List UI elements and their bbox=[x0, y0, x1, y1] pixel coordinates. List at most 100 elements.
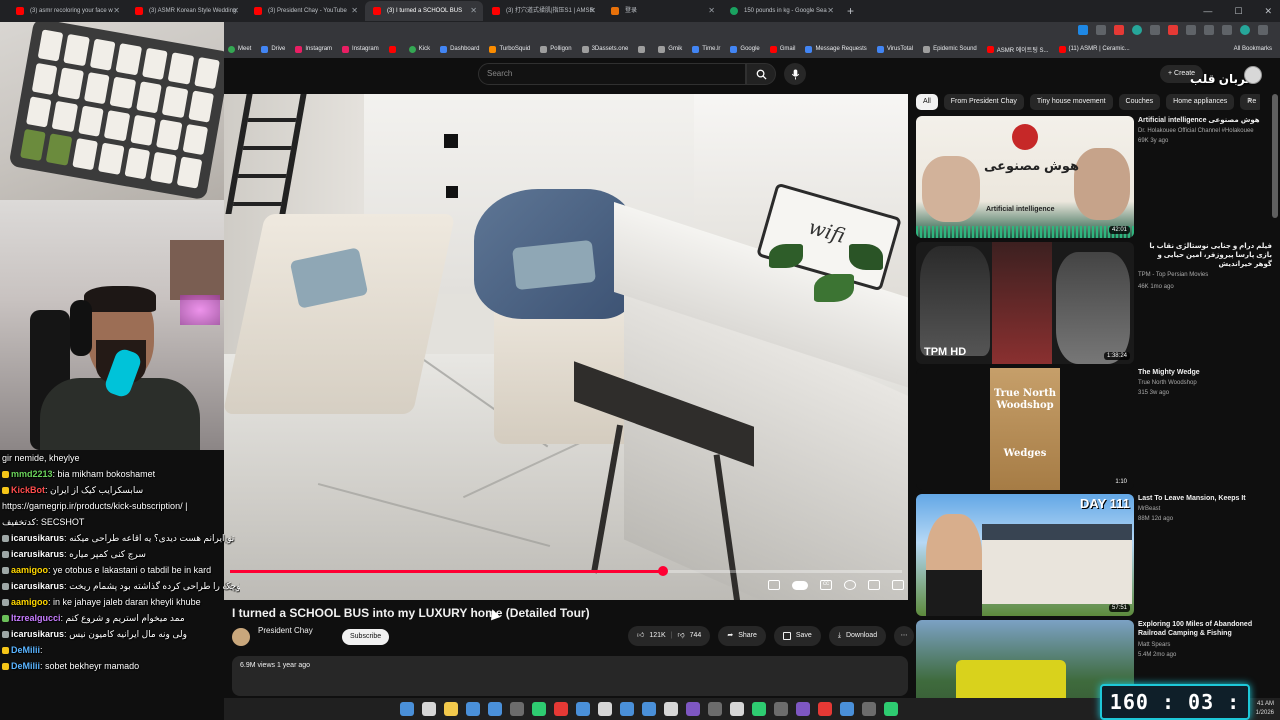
bookmark-item[interactable] bbox=[638, 45, 648, 53]
recommendation-thumbnail[interactable]: True North Woodshop Wedges 1:10 bbox=[916, 368, 1134, 490]
video-player[interactable]: wifi cc bbox=[224, 94, 908, 600]
minimize-icon[interactable]: — bbox=[1203, 6, 1212, 16]
recommendation-item[interactable]: TPM HD 1:38:24 فیلم درام و جنایی نوستالژ… bbox=[916, 242, 1276, 364]
recommendation-channel[interactable]: MrBeast bbox=[1138, 506, 1160, 512]
autoplay-toggle[interactable] bbox=[792, 580, 808, 590]
bookmark-item[interactable]: Message Requests bbox=[805, 45, 867, 53]
recommendation-title[interactable]: The Mighty Wedge bbox=[1138, 368, 1272, 377]
download-button[interactable]: ⤓ Download bbox=[828, 626, 887, 646]
bookmark-item[interactable]: Dashboard bbox=[440, 45, 479, 53]
chat-username[interactable]: Itzrealgucci bbox=[11, 613, 61, 623]
chat-username[interactable]: icarusikarus bbox=[11, 549, 64, 559]
bookmark-item[interactable]: (11) ASMR | Ceramic... bbox=[1058, 45, 1130, 53]
app-icon[interactable] bbox=[752, 702, 766, 716]
bookmark-item[interactable]: 3Dassets.one bbox=[581, 45, 628, 53]
thumbs-down-icon[interactable]: 👎︎ bbox=[678, 626, 685, 646]
tab-close-icon[interactable]: ✕ bbox=[470, 1, 477, 21]
steam-icon[interactable] bbox=[620, 702, 634, 716]
start-icon[interactable] bbox=[400, 702, 414, 716]
chevron-right-icon[interactable]: › bbox=[1248, 94, 1251, 104]
recommendation-channel[interactable]: True North Woodshop bbox=[1138, 380, 1197, 386]
app-icon[interactable] bbox=[708, 702, 722, 716]
tab-close-icon[interactable]: ✕ bbox=[351, 1, 358, 21]
browser-tab[interactable]: 150 pounds in kg - Google Sea ✕ bbox=[722, 1, 840, 21]
recommendation-channel[interactable]: Matt Spears bbox=[1138, 642, 1170, 648]
system-clock[interactable]: 41 AM 1/2026 bbox=[1256, 700, 1274, 718]
chat-username[interactable]: KickBot bbox=[11, 485, 45, 495]
subscribe-button[interactable]: Subscribe bbox=[342, 629, 390, 645]
share-button[interactable]: ➦ Share bbox=[718, 626, 766, 646]
chat-username[interactable]: aamigoo bbox=[11, 597, 48, 607]
task-view-icon[interactable] bbox=[422, 702, 436, 716]
app-icon[interactable] bbox=[840, 702, 854, 716]
extension-icon[interactable] bbox=[1222, 25, 1232, 35]
recommendation-thumbnail[interactable]: DAY 111 57:51 bbox=[916, 494, 1134, 616]
extension-icon[interactable] bbox=[1114, 25, 1124, 35]
bookmark-item[interactable]: Epidemic Sound bbox=[923, 45, 977, 53]
app-icon[interactable] bbox=[818, 702, 832, 716]
search-button[interactable] bbox=[746, 63, 776, 85]
chat-username[interactable]: icarusikarus bbox=[11, 533, 64, 543]
extension-icon[interactable] bbox=[1150, 25, 1160, 35]
bookmark-item[interactable]: Gmail bbox=[769, 45, 795, 53]
miniplayer-icon[interactable] bbox=[768, 580, 780, 590]
chat-username[interactable]: mmd2213 bbox=[11, 469, 53, 479]
close-icon[interactable]: ✕ bbox=[1264, 6, 1272, 17]
browser-tab[interactable]: (3) asmr recoloring your face w ✕ bbox=[8, 1, 126, 21]
filter-chip[interactable]: Tiny house movement bbox=[1029, 94, 1113, 110]
tab-close-icon[interactable]: ✕ bbox=[113, 1, 120, 21]
recommendation-item[interactable]: هوش مصنوعی Artificial intelligence 42:01… bbox=[916, 116, 1276, 238]
discord-icon[interactable] bbox=[686, 702, 700, 716]
recommendation-title[interactable]: Artificial intelligence هوش مصنوعی bbox=[1138, 116, 1272, 125]
extension-icon[interactable] bbox=[1186, 25, 1196, 35]
chat-username[interactable]: DeMilii bbox=[11, 661, 40, 671]
recommendation-title[interactable]: Last To Leave Mansion, Keeps It bbox=[1138, 494, 1272, 503]
tab-close-icon[interactable]: ✕ bbox=[589, 1, 596, 21]
bookmark-item[interactable]: ASMR 에이트팅 S... bbox=[986, 45, 1049, 54]
filter-chip[interactable]: Couches bbox=[1118, 94, 1161, 110]
new-tab-button[interactable]: + bbox=[847, 4, 854, 18]
recommendation-thumbnail[interactable]: TPM HD 1:38:24 bbox=[916, 242, 1134, 364]
bookmark-item[interactable]: Instagram bbox=[342, 45, 379, 53]
filter-chip[interactable]: Home appliances bbox=[1166, 94, 1235, 110]
bookmark-item[interactable] bbox=[388, 45, 399, 53]
browser-tab[interactable]: (3) I turned a SCHOOL BUS ✕ bbox=[365, 1, 483, 21]
file-explorer-icon[interactable] bbox=[444, 702, 458, 716]
filter-chip[interactable]: From President Chay bbox=[943, 94, 1024, 110]
browser-tab[interactable]: (3) President Chay - YouTube ✕ bbox=[246, 1, 364, 21]
like-button[interactable]: 👍︎ 121K | 👎︎ 744 bbox=[628, 626, 711, 646]
voice-search-button[interactable] bbox=[784, 63, 806, 85]
settings-icon[interactable] bbox=[510, 702, 524, 716]
app-icon[interactable] bbox=[796, 702, 810, 716]
recommendation-channel[interactable]: TPM - Top Persian Movies bbox=[1138, 272, 1208, 278]
chat-username[interactable]: DeMilii bbox=[11, 645, 40, 655]
video-progress-bar[interactable] bbox=[230, 566, 902, 576]
app-icon[interactable] bbox=[884, 702, 898, 716]
search-icon[interactable] bbox=[466, 702, 480, 716]
browser-tab[interactable]: (3) 打穴道式揉肌|指压S1 | AMSR ✕ bbox=[484, 1, 602, 21]
save-button[interactable]: Save bbox=[773, 626, 821, 646]
bookmark-item[interactable]: Instagram bbox=[295, 45, 332, 53]
settings-icon[interactable] bbox=[844, 580, 856, 590]
filter-chip[interactable]: All bbox=[916, 94, 938, 110]
extension-icon[interactable] bbox=[1168, 25, 1178, 35]
app-icon[interactable] bbox=[598, 702, 612, 716]
bookmark-item[interactable]: Google bbox=[730, 45, 760, 53]
recommendation-item[interactable]: True North Woodshop Wedges 1:10 The Migh… bbox=[916, 368, 1276, 490]
bookmark-item[interactable]: Meet bbox=[228, 45, 251, 53]
app-icon[interactable] bbox=[642, 702, 656, 716]
account-avatar[interactable] bbox=[1244, 66, 1262, 84]
app-icon[interactable] bbox=[664, 702, 678, 716]
all-bookmarks-button[interactable]: All Bookmarks bbox=[1234, 40, 1272, 58]
menu-icon[interactable] bbox=[1258, 25, 1268, 35]
bookmark-item[interactable]: Drive bbox=[261, 45, 285, 53]
chat-username[interactable]: icarusikarus bbox=[11, 581, 64, 591]
chrome-icon[interactable] bbox=[554, 702, 568, 716]
app-icon[interactable] bbox=[576, 702, 590, 716]
recommendation-item[interactable]: DAY 111 57:51 Last To Leave Mansion, Kee… bbox=[916, 494, 1276, 616]
bookmark-item[interactable]: TurboSquid bbox=[489, 45, 530, 53]
profile-icon[interactable] bbox=[1240, 25, 1250, 35]
browser-tab[interactable]: (3) ASMR Korean Style Wedding ✕ bbox=[127, 1, 245, 21]
bookmark-item[interactable]: VirusTotal bbox=[876, 45, 913, 53]
recommendation-thumbnail[interactable]: هوش مصنوعی Artificial intelligence 42:01 bbox=[916, 116, 1134, 238]
